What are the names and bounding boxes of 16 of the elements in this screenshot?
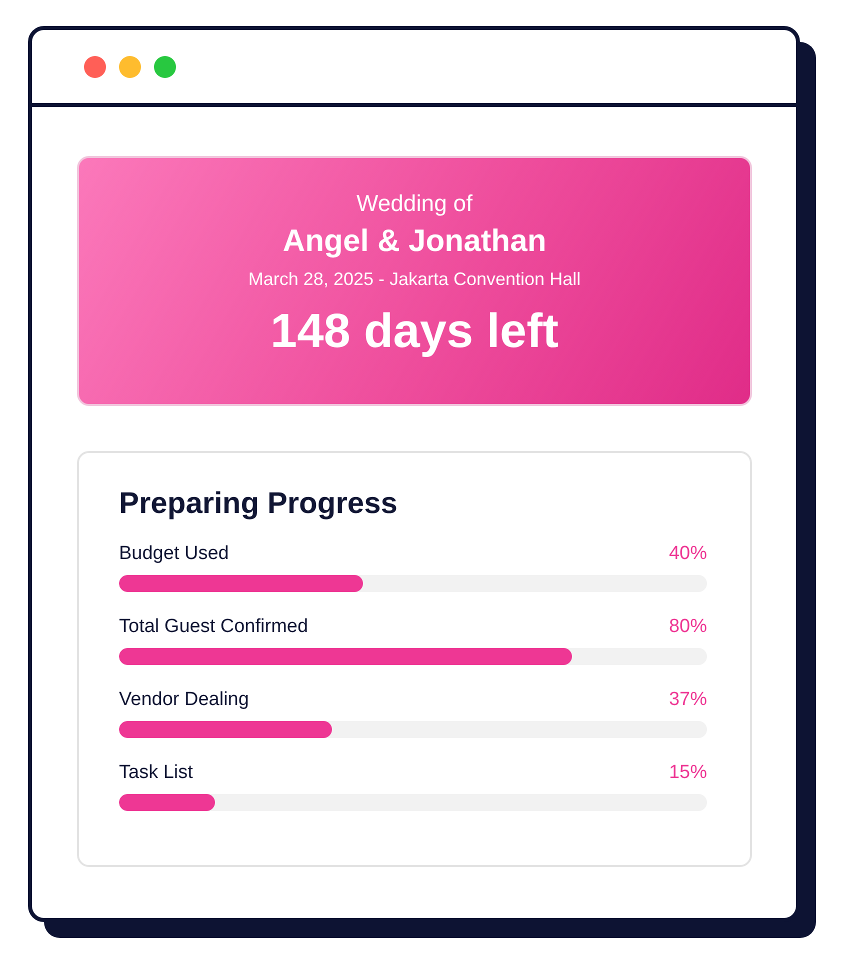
progress-percent: 40% [668,543,707,565]
progress-label: Task List [119,762,193,784]
event-details: March 28, 2025 - Jakarta Convention Hall [248,269,581,290]
banner-subtitle: Wedding of [356,190,472,217]
card-title: Preparing Progress [119,487,398,521]
window-control-button[interactable] [154,56,176,78]
window-control-button[interactable] [84,56,106,78]
progress-label: Vendor Dealing [119,689,249,711]
progress-label: Budget Used [119,543,229,565]
progress-percent: 80% [668,616,707,638]
progress-percent: 37% [668,689,707,711]
couple-names: Angel & Jonathan [282,223,546,259]
progress-percent: 15% [668,762,707,784]
window-control-button[interactable] [119,56,141,78]
countdown: 148 days left [270,304,559,359]
progress-label: Total Guest Confirmed [119,616,308,638]
